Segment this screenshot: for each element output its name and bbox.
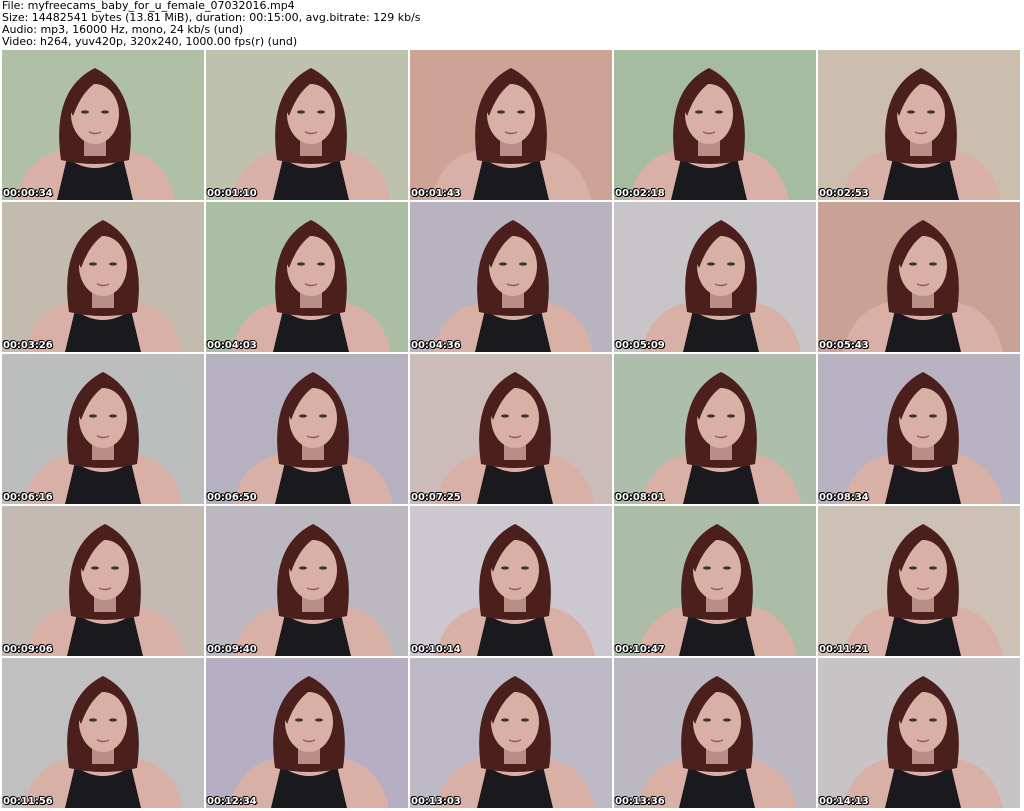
file-info-header: File: myfreecams_baby_for_u_female_07032… [2,0,1022,48]
thumbnail-timestamp: 00:04:36 [411,340,461,351]
video-thumbnail[interactable]: 00:04:36 [410,202,612,352]
thumbnail-frame-image [614,50,816,200]
video-thumbnail[interactable]: 00:05:43 [818,202,1020,352]
thumbnail-timestamp: 00:03:26 [3,340,53,351]
thumbnail-frame-image [206,506,408,656]
thumbnail-frame-image [410,202,612,352]
video-thumbnail[interactable]: 00:07:25 [410,354,612,504]
audio-info-line: Audio: mp3, 16000 Hz, mono, 24 kb/s (und… [2,24,244,36]
thumbnail-frame-image [614,202,816,352]
thumbnail-timestamp: 00:06:50 [207,492,257,503]
thumbnail-frame-image [614,354,816,504]
thumbnail-frame-image [410,658,612,808]
thumbnail-timestamp: 00:11:21 [819,644,869,655]
video-thumbnail[interactable]: 00:01:10 [206,50,408,200]
thumbnail-timestamp: 00:10:14 [411,644,461,655]
thumbnail-frame-image [410,354,612,504]
video-thumbnail[interactable]: 00:09:06 [2,506,204,656]
thumbnail-frame-image [2,658,204,808]
thumbnail-timestamp: 00:09:40 [207,644,257,655]
video-info-line: Video: h264, yuv420p, 320x240, 1000.00 f… [2,36,298,48]
thumbnail-timestamp: 00:06:16 [3,492,53,503]
thumbnail-frame-image [2,50,204,200]
thumbnail-frame-image [818,202,1020,352]
video-thumbnail[interactable]: 00:08:01 [614,354,816,504]
thumbnail-timestamp: 00:13:03 [411,796,461,807]
video-thumbnail[interactable]: 00:00:34 [2,50,204,200]
thumbnail-frame-image [2,202,204,352]
video-thumbnail[interactable]: 00:13:03 [410,658,612,808]
thumbnail-timestamp: 00:04:03 [207,340,257,351]
thumbnail-frame-image [818,506,1020,656]
thumbnail-timestamp: 00:05:43 [819,340,869,351]
video-thumbnail[interactable]: 00:10:14 [410,506,612,656]
video-thumbnail[interactable]: 00:02:18 [614,50,816,200]
file-size-line: Size: 14482541 bytes (13.81 MiB), durati… [2,12,421,24]
video-thumbnail[interactable]: 00:08:34 [818,354,1020,504]
video-thumbnail[interactable]: 00:03:26 [2,202,204,352]
thumbnail-timestamp: 00:12:34 [207,796,257,807]
video-thumbnail[interactable]: 00:14:13 [818,658,1020,808]
thumbnail-frame-image [206,202,408,352]
thumbnail-timestamp: 00:10:47 [615,644,665,655]
thumbnail-frame-image [614,658,816,808]
thumbnail-timestamp: 00:01:43 [411,188,461,199]
video-thumbnail[interactable]: 00:01:43 [410,50,612,200]
thumbnail-frame-image [206,50,408,200]
thumbnail-timestamp: 00:00:34 [3,188,53,199]
video-thumbnail[interactable]: 00:09:40 [206,506,408,656]
video-thumbnail[interactable]: 00:04:03 [206,202,408,352]
thumbnail-frame-image [818,658,1020,808]
thumbnail-frame-image [410,506,612,656]
video-thumbnail[interactable]: 00:10:47 [614,506,816,656]
thumbnail-frame-image [614,506,816,656]
thumbnail-timestamp: 00:11:56 [3,796,53,807]
thumbnail-timestamp: 00:14:13 [819,796,869,807]
thumbnail-timestamp: 00:02:18 [615,188,665,199]
thumbnail-timestamp: 00:08:34 [819,492,869,503]
thumbnail-frame-image [410,50,612,200]
thumbnail-timestamp: 00:02:53 [819,188,869,199]
thumbnail-frame-image [818,354,1020,504]
thumbnail-frame-image [2,354,204,504]
thumbnail-frame-image [818,50,1020,200]
thumbnail-grid: 00:00:34 00:01:10 00:01:43 00:02:18 00:02:53… [2,50,1022,811]
file-name-line: File: myfreecams_baby_for_u_female_07032… [2,0,295,12]
video-thumbnail[interactable]: 00:06:16 [2,354,204,504]
thumbnail-timestamp: 00:08:01 [615,492,665,503]
video-thumbnail[interactable]: 00:12:34 [206,658,408,808]
thumbnail-timestamp: 00:09:06 [3,644,53,655]
thumbnail-frame-image [2,506,204,656]
thumbnail-timestamp: 00:05:09 [615,340,665,351]
video-thumbnail[interactable]: 00:02:53 [818,50,1020,200]
video-thumbnail[interactable]: 00:05:09 [614,202,816,352]
thumbnail-timestamp: 00:07:25 [411,492,461,503]
video-thumbnail[interactable]: 00:06:50 [206,354,408,504]
thumbnail-frame-image [206,354,408,504]
video-thumbnail[interactable]: 00:11:56 [2,658,204,808]
thumbnail-timestamp: 00:01:10 [207,188,257,199]
video-thumbnail[interactable]: 00:13:36 [614,658,816,808]
video-thumbnail[interactable]: 00:11:21 [818,506,1020,656]
thumbnail-frame-image [206,658,408,808]
thumbnail-timestamp: 00:13:36 [615,796,665,807]
